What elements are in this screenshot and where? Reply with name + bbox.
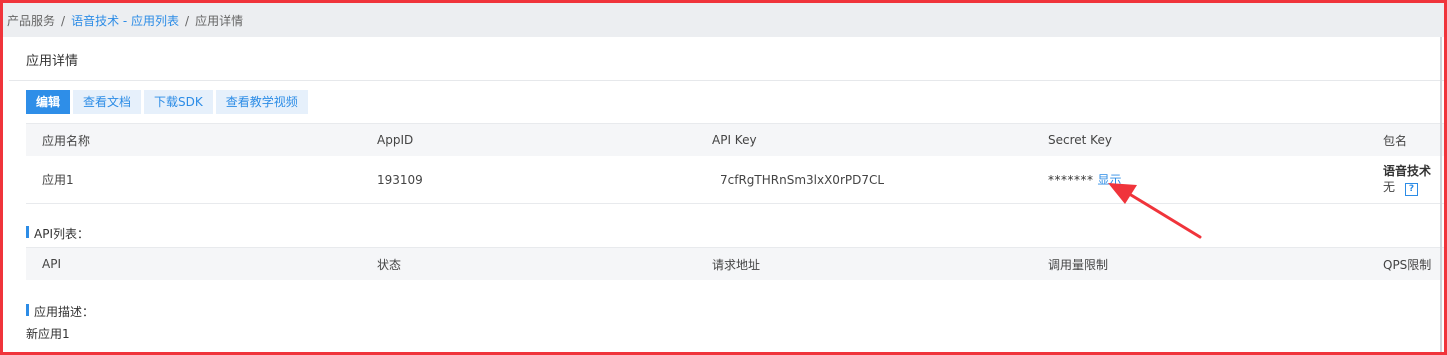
breadcrumb: 产品服务 / 语音技术 - 应用列表 / 应用详情 [7,12,243,29]
api-list-table: API 状态 请求地址 调用量限制 QPS限制 [26,247,1444,280]
app-description-text: 新应用1 [26,327,70,341]
page-title: 应用详情 [26,54,79,69]
download-sdk-button[interactable]: 下载SDK [144,90,213,114]
view-docs-button[interactable]: 查看文档 [73,90,142,114]
package-value-line: 无? [1383,179,1419,196]
header-app-name: 应用名称 [42,133,91,148]
table-header: API 状态 请求地址 调用量限制 QPS限制 [26,247,1444,280]
screenshot-frame: 产品服务 / 语音技术 - 应用列表 / 应用详情 应用详情 编辑 查看文档 下载SDK… [0,0,1447,355]
secret-key-masked: ******* [1048,172,1094,187]
package-value: 无 [1383,180,1396,194]
package-cell: 语音技术 无? [1383,156,1431,203]
breadcrumb-app-list-link[interactable]: 语音技术 - 应用列表 [71,14,179,28]
app-name-value: 应用1 [42,173,74,187]
table-row: 应用1 193109 7cfRgTHRnSm3lxX0rPD7CL ******… [26,156,1444,204]
package-name-value: 语音技术 [1383,164,1432,178]
tutorial-video-button[interactable]: 查看教学视频 [215,90,308,114]
header-api: API [42,257,61,271]
header-qps-limit: QPS限制 [1383,257,1432,272]
breadcrumb-separator: / [185,14,190,28]
title-divider [9,80,1444,81]
table-header: 应用名称 AppID API Key Secret Key 包名 [26,123,1444,156]
breadcrumb-separator: / [61,14,66,28]
header-call-limit: 调用量限制 [1048,257,1109,272]
header-secret-key: Secret Key [1048,133,1112,147]
app-info-table: 应用名称 AppID API Key Secret Key 包名 应用1 193… [26,123,1444,204]
edit-button[interactable]: 编辑 [26,90,71,114]
api-key-value: 7cfRgTHRnSm3lxX0rPD7CL [720,172,885,187]
header-app-id: AppID [377,133,414,147]
header-status: 状态 [377,257,402,272]
breadcrumb-current: 应用详情 [195,14,244,28]
api-list-label: API列表： [26,225,89,242]
header-package-name: 包名 [1383,133,1408,148]
detail-card: 应用详情 编辑 查看文档 下载SDK 查看教学视频 应用名称 AppID API… [9,37,1444,352]
top-bar: 产品服务 / 语音技术 - 应用列表 / 应用详情 [3,3,1444,37]
header-api-key: API Key [712,133,757,147]
breadcrumb-root[interactable]: 产品服务 [7,14,55,28]
toolbar: 编辑 查看文档 下载SDK 查看教学视频 [26,90,308,114]
help-icon[interactable]: ? [1405,183,1419,196]
scrollbar-edge [1440,37,1442,352]
app-description-label: 应用描述： [26,303,94,320]
secret-key-cell: ******* 显示 [1048,156,1122,203]
show-secret-link[interactable]: 显示 [1098,171,1122,188]
app-id-value: 193109 [377,172,423,187]
header-request-url: 请求地址 [712,257,761,272]
